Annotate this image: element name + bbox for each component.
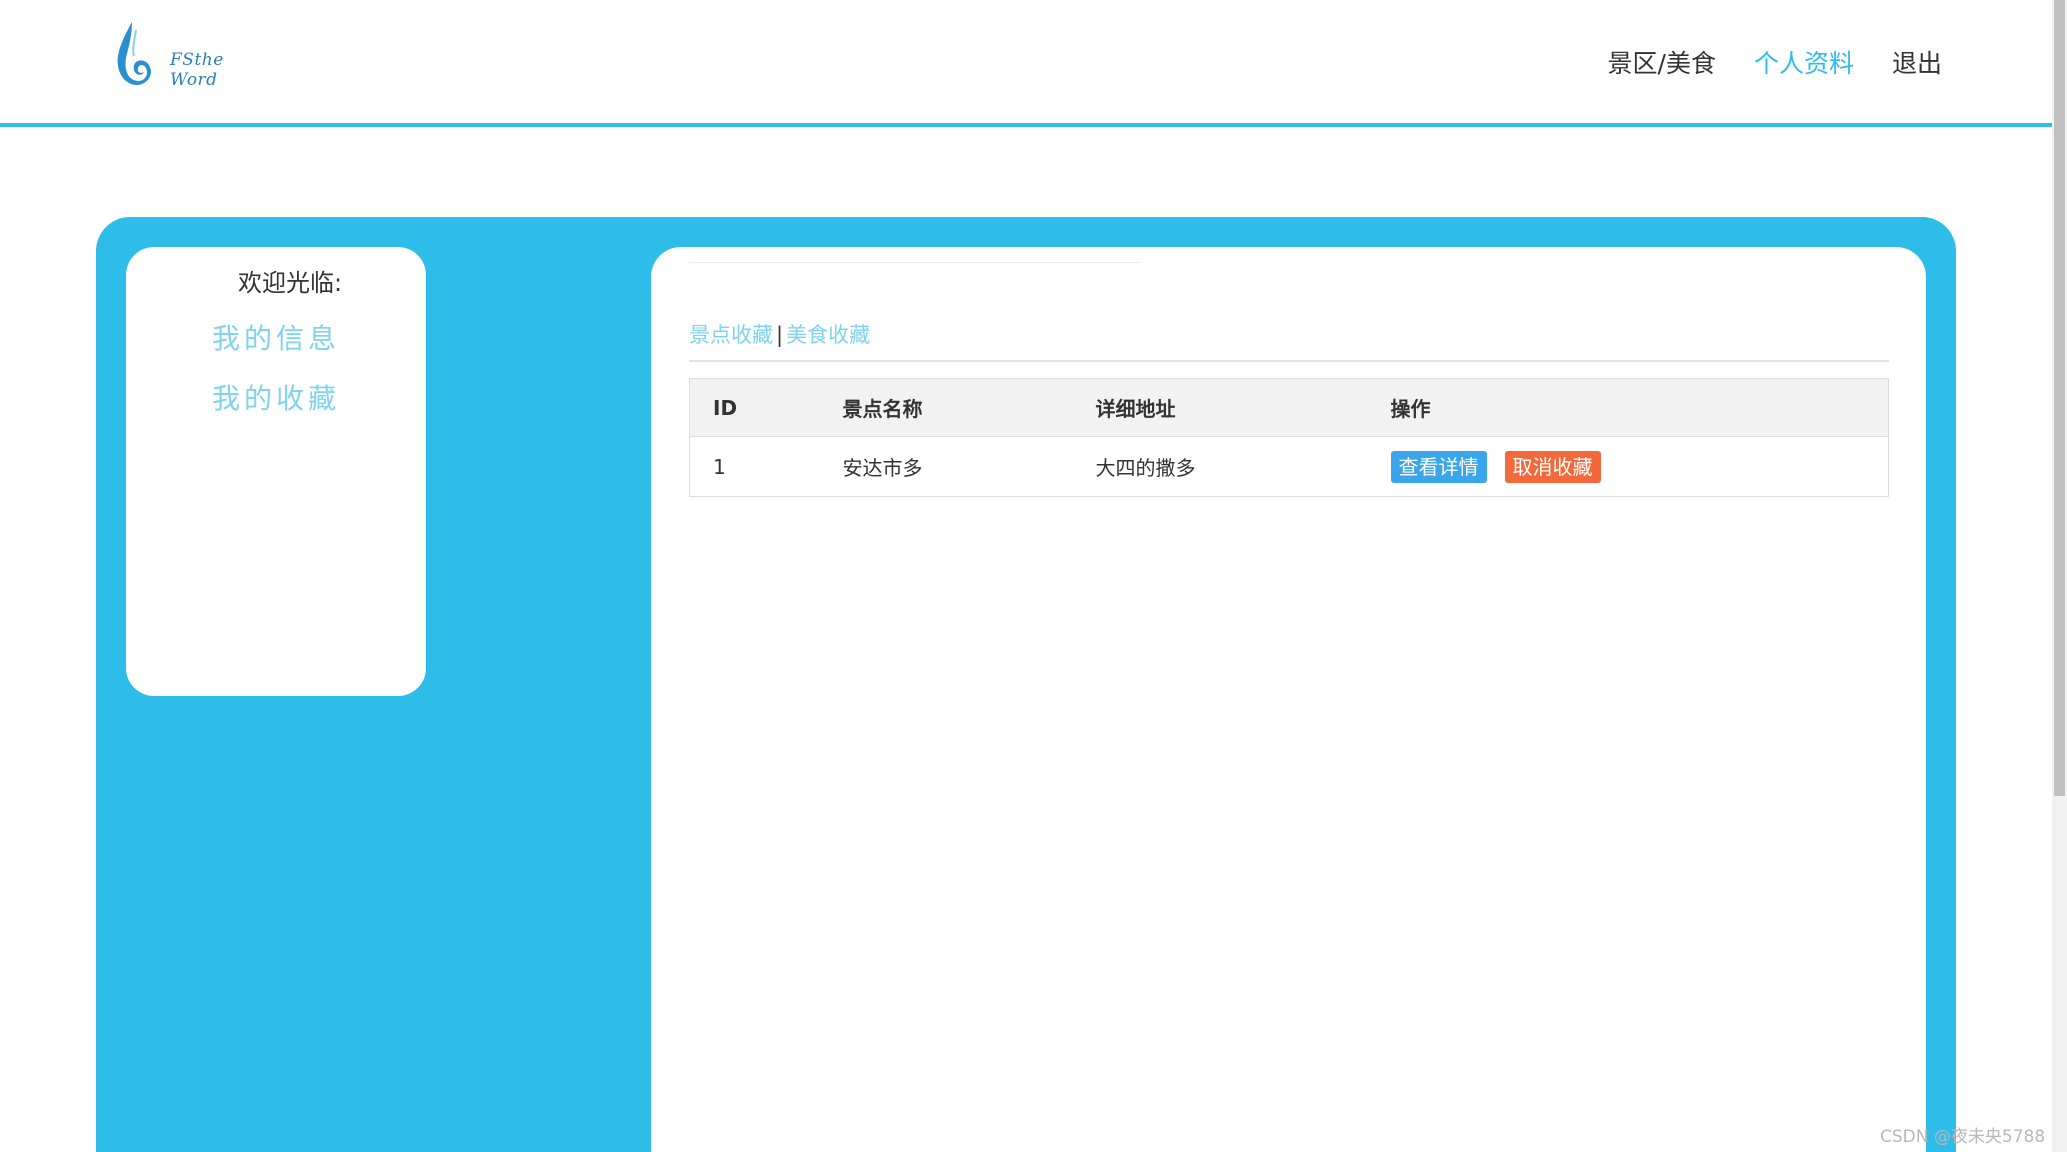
column-header-address: 详细地址 — [1072, 378, 1368, 437]
page: FSthe Word 景区/美食 个人资料 退出 欢迎光临: 我的信息 我的收藏… — [0, 0, 2067, 1152]
logo[interactable]: FSthe Word — [112, 20, 272, 92]
favorites-table: ID 景点名称 详细地址 操作 1 安达市多 大四的撒多 查看详情 取消收藏 — [689, 378, 1889, 497]
scrollbar[interactable] — [2052, 0, 2067, 1152]
sidebar-card: 欢迎光临: 我的信息 我的收藏 — [126, 247, 426, 696]
cell-actions: 查看详情 取消收藏 — [1368, 437, 1889, 497]
cancel-favorite-button[interactable]: 取消收藏 — [1504, 450, 1601, 483]
view-details-button[interactable]: 查看详情 — [1390, 450, 1487, 483]
tab-food-favorites[interactable]: 美食收藏 — [786, 323, 870, 347]
column-header-id: ID — [689, 378, 820, 437]
column-header-name: 景点名称 — [819, 378, 1073, 437]
sidebar-item-my-favorites[interactable]: 我的收藏 — [212, 377, 340, 417]
tab-separator: | — [776, 323, 784, 347]
header: FSthe Word 景区/美食 个人资料 退出 — [0, 0, 2052, 127]
nav-item-scenic-food[interactable]: 景区/美食 — [1608, 44, 1716, 80]
cell-name: 安达市多 — [842, 456, 923, 480]
nav-item-logout[interactable]: 退出 — [1892, 44, 1942, 80]
logo-text: FSthe Word — [170, 50, 224, 90]
table-row: 1 安达市多 大四的撒多 查看详情 取消收藏 — [690, 437, 1889, 497]
watermark: CSDN @夜未央5788 — [1880, 1127, 2046, 1147]
sidebar-item-my-info[interactable]: 我的信息 — [212, 317, 340, 357]
main-card: 景点收藏 | 美食收藏 ID 景点名称 详细地址 操作 1 安达市多 大四的撒多 查… — [651, 247, 1926, 1152]
column-header-actions: 操作 — [1367, 378, 1889, 437]
water-drop-logo-icon — [117, 22, 151, 86]
welcome-text: 欢迎光临: — [238, 269, 343, 297]
tab-scenic-favorites[interactable]: 景点收藏 — [689, 323, 773, 347]
tabs-divider — [689, 360, 1889, 362]
nav-item-profile[interactable]: 个人资料 — [1754, 44, 1854, 80]
cell-address: 大四的撒多 — [1095, 456, 1196, 480]
favorites-tabs: 景点收藏 | 美食收藏 — [689, 319, 870, 349]
divider — [689, 262, 1141, 263]
table-header-row: ID 景点名称 详细地址 操作 — [689, 378, 1889, 437]
scrollbar-thumb[interactable] — [2054, 0, 2065, 796]
cell-id: 1 — [713, 454, 726, 479]
main-nav: 景区/美食 个人资料 退出 — [1608, 44, 1942, 80]
